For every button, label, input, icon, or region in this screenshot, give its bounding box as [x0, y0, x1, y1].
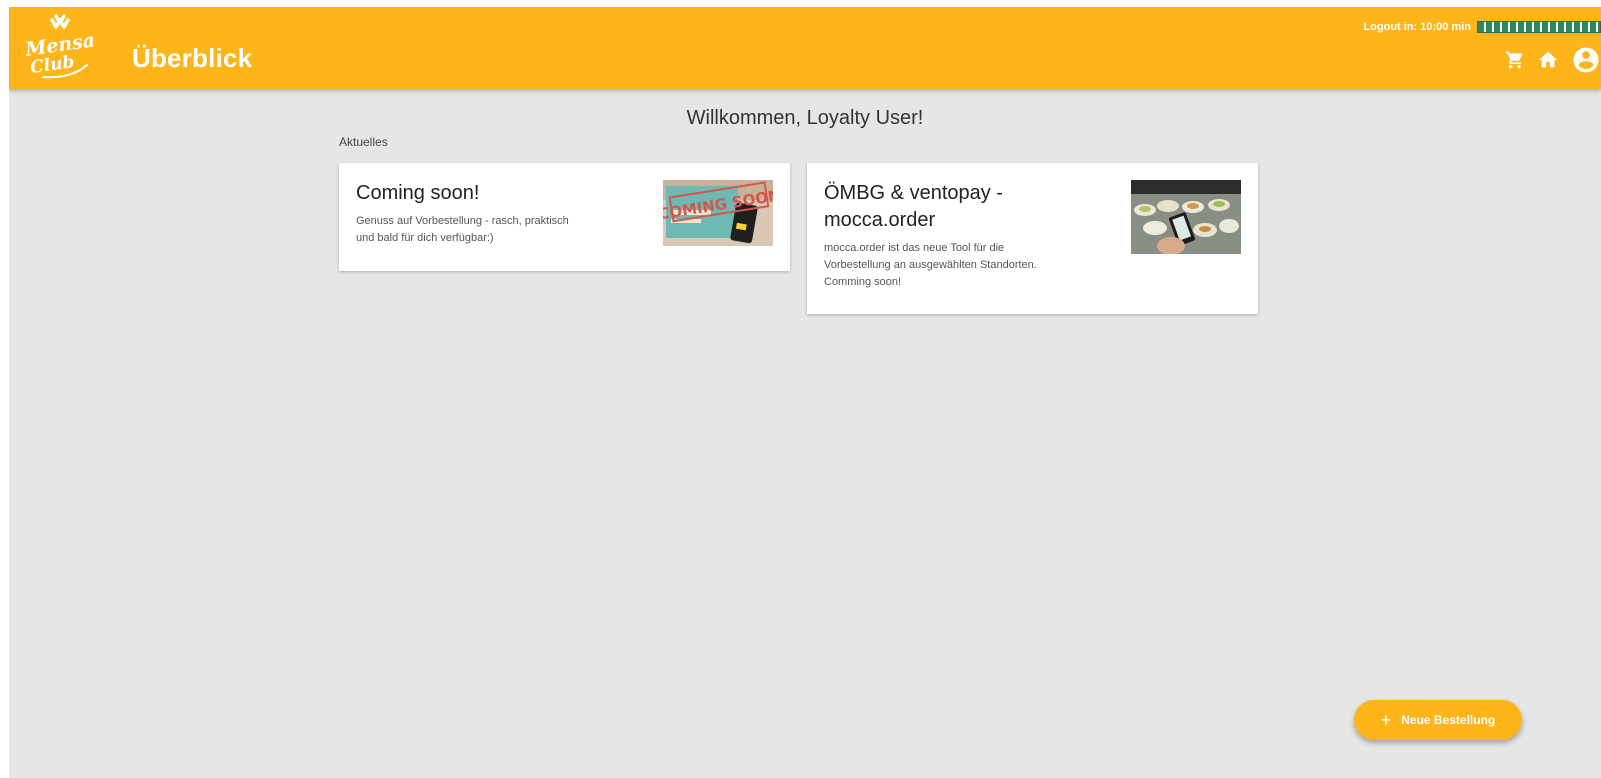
logout-timer: Logout in: 10:00 min — [1363, 19, 1601, 35]
news-card[interactable]: ÖMBG & ventopay - mocca.order mocca.orde… — [807, 163, 1258, 314]
welcome-heading: Willkommen, Loyalty User! — [686, 107, 924, 129]
new-order-button[interactable]: + Neue Bestellung — [1354, 700, 1522, 740]
news-card-title: Coming soon! — [356, 182, 480, 204]
news-card[interactable]: Coming soon! Genuss auf Vorbestellung - … — [339, 163, 790, 271]
top-bar: Mensa Club Überblick Logout in: 10:00 mi… — [9, 7, 1601, 89]
mensa-club-logo[interactable]: Mensa Club — [23, 13, 99, 79]
news-card-body: Genuss auf Vorbestellung - rasch, prakti… — [356, 215, 569, 244]
news-card-text: Coming soon! Genuss auf Vorbestellung - … — [356, 180, 581, 247]
header-actions — [1505, 45, 1601, 75]
logout-timer-label: Logout in: 10:00 min — [1363, 21, 1471, 33]
logout-progress-fill — [1478, 22, 1600, 32]
mocca-order-image — [1131, 180, 1241, 254]
page-title: Überblick — [132, 43, 253, 73]
plus-icon: + — [1380, 710, 1392, 730]
new-order-label: Neue Bestellung — [1401, 713, 1496, 727]
section-label: Aktuelles — [339, 135, 388, 149]
logout-progress-bar — [1477, 21, 1601, 33]
news-card-title: ÖMBG & ventopay - mocca.order — [824, 182, 1003, 231]
coming-soon-image: COMING SOON — [663, 180, 773, 246]
news-card-body: mocca.order ist das neue Tool für die Vo… — [824, 242, 1037, 288]
account-icon[interactable] — [1571, 45, 1601, 75]
home-icon[interactable] — [1537, 49, 1559, 71]
app-window: Mensa Club Überblick Logout in: 10:00 mi… — [9, 7, 1601, 778]
news-card-text: ÖMBG & ventopay - mocca.order mocca.orde… — [824, 180, 1049, 291]
cart-icon[interactable] — [1505, 50, 1525, 70]
